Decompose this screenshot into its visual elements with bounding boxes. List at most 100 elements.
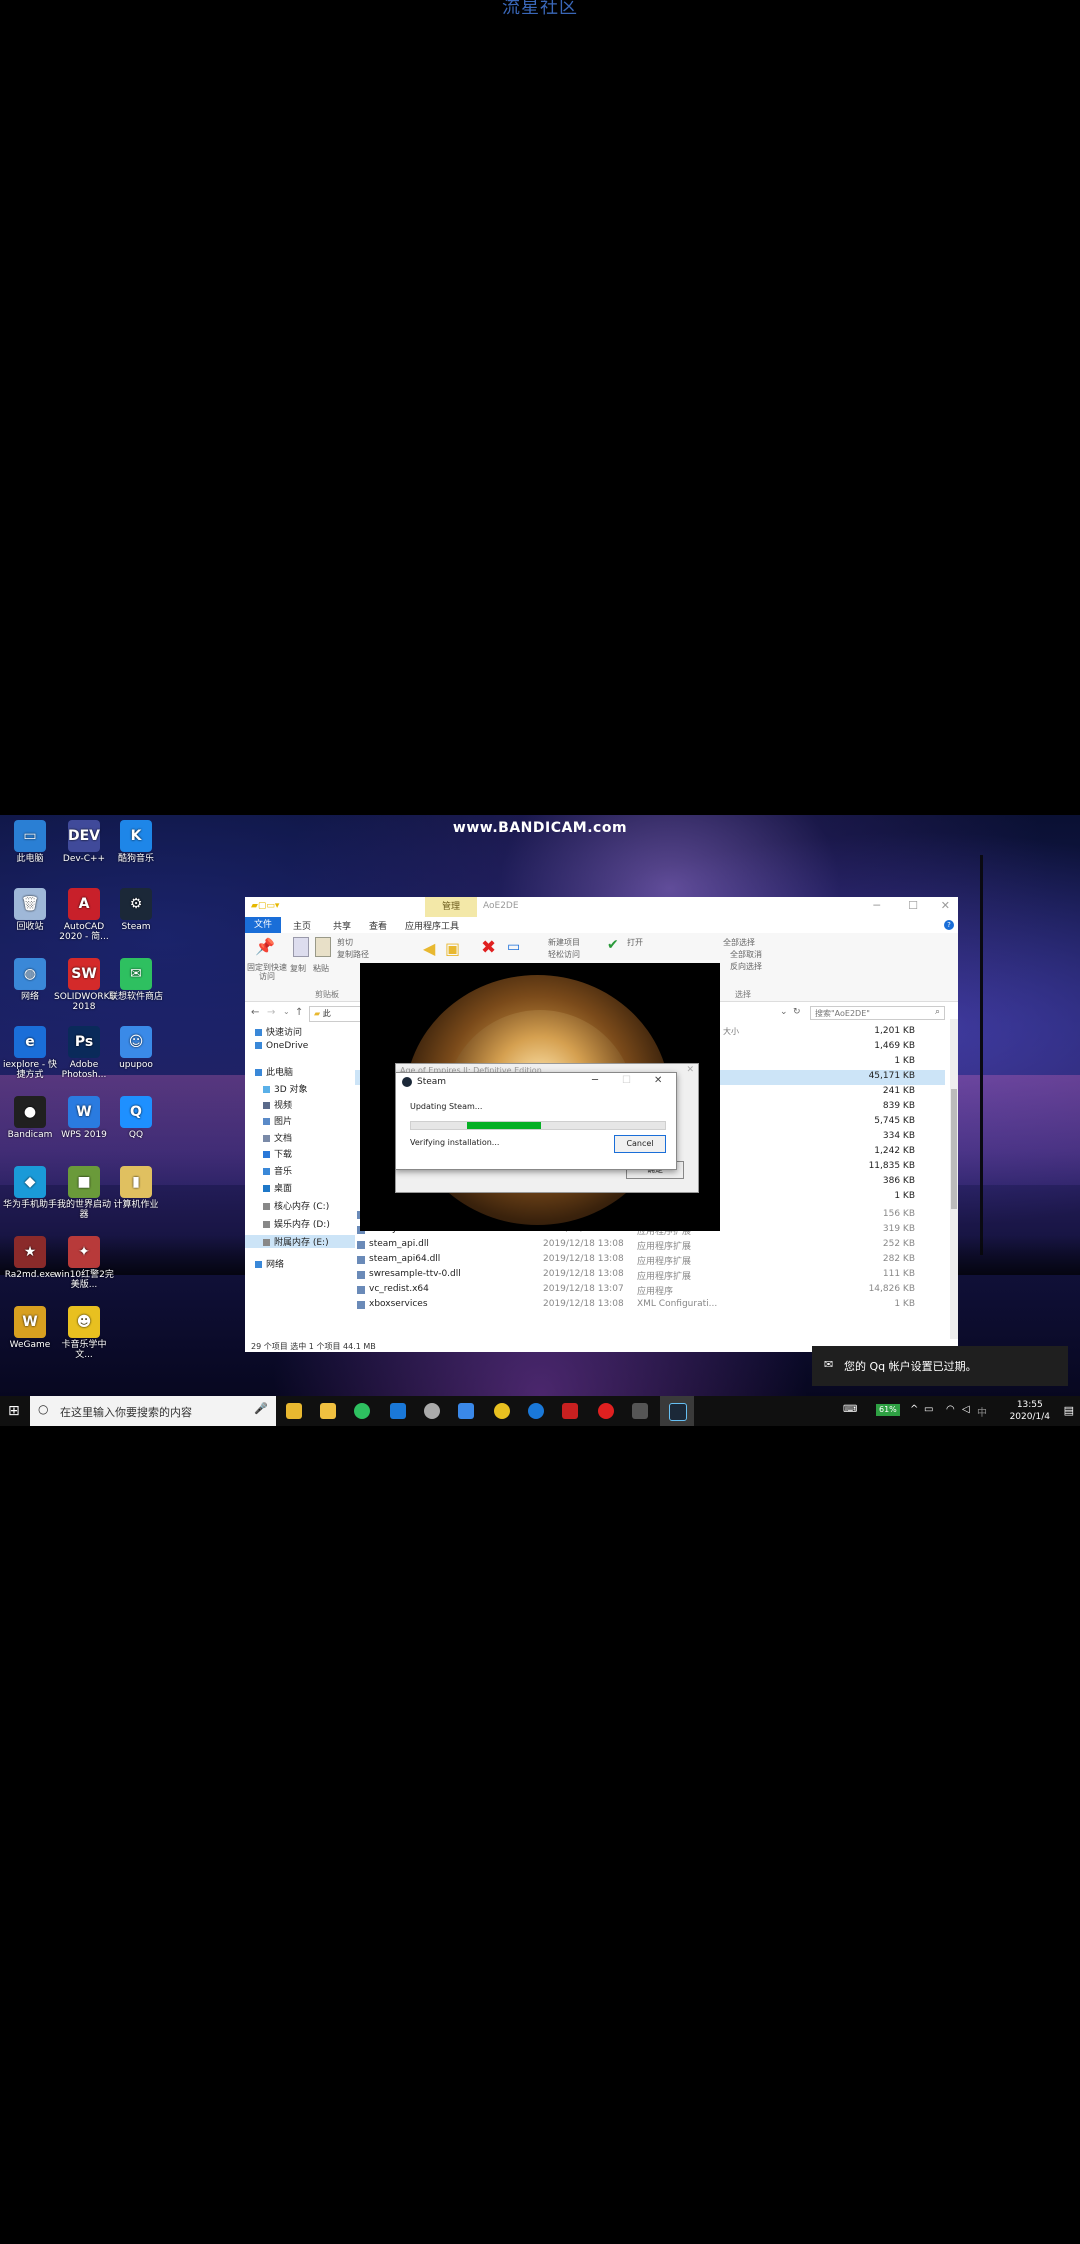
close-icon[interactable]: ✕ [941, 899, 950, 912]
copy-icon[interactable] [293, 937, 309, 957]
power-icon[interactable]: ▭ [924, 1404, 933, 1415]
tab-file[interactable]: 文件 [245, 917, 281, 933]
nav-item[interactable]: 此电脑 [255, 1065, 293, 1078]
scrollbar-thumb[interactable] [951, 1089, 957, 1209]
context-tab-manage[interactable]: 管理 [425, 897, 477, 917]
file-explorer-icon[interactable] [320, 1403, 336, 1419]
nav-item[interactable]: 网络 [255, 1257, 284, 1270]
forward-icon[interactable]: → [267, 1007, 275, 1018]
delete-icon[interactable]: ✖ [481, 937, 496, 958]
minimize-icon[interactable]: ─ [592, 1075, 598, 1086]
recent-chevron-icon[interactable]: ⌄ [283, 1007, 290, 1016]
table-row[interactable]: vc_redist.x64 2019/12/18 13:07 应用程序 14,826 … [355, 1283, 945, 1298]
rename-icon[interactable]: ▭ [507, 939, 520, 955]
properties-icon[interactable]: ✔ [607, 937, 619, 953]
nav-item[interactable]: 下载 [263, 1147, 292, 1160]
select-none-label[interactable]: 全部取消 [730, 949, 762, 960]
explorer-titlebar[interactable]: ▰▢▭▾ 管理 AoE2DE ─ ☐ ✕ [245, 897, 958, 917]
desktop-icon[interactable]: ◍ 网络 [0, 958, 60, 1002]
cancel-button[interactable]: Cancel [614, 1135, 666, 1153]
steam-update-dialog[interactable]: Steam ─ ☐ ✕ Updating Steam... Verifying … [395, 1072, 677, 1170]
desktop-icon[interactable]: SW SOLIDWORKS 2018 [54, 958, 115, 1012]
minimize-icon[interactable]: ─ [873, 899, 880, 912]
desktop-icon[interactable]: K 酷狗音乐 [106, 820, 166, 864]
nav-item[interactable]: 桌面 [263, 1181, 292, 1194]
nav-item[interactable]: 娱乐内存 (D:) [263, 1217, 330, 1230]
clock[interactable]: 13:55 2020/1/4 [1010, 1399, 1050, 1423]
table-row[interactable]: steam_api.dll 2019/12/18 13:08 应用程序扩展 252 K… [355, 1238, 945, 1253]
table-row[interactable]: swresample-ttv-0.dll 2019/12/18 13:08 应用程序… [355, 1268, 945, 1283]
ime-indicator[interactable]: 中 [977, 1404, 987, 1419]
store-icon[interactable] [286, 1403, 302, 1419]
help-icon[interactable]: ? [944, 920, 954, 930]
taskbar-search[interactable]: ○ 在这里输入你要搜索的内容 🎤 [30, 1396, 276, 1426]
edge-icon[interactable] [390, 1403, 406, 1419]
copy-path-label[interactable]: 复制路径 [337, 949, 369, 960]
app-icon[interactable] [458, 1403, 474, 1419]
settings-icon[interactable] [424, 1403, 440, 1419]
maximize-icon[interactable]: ☐ [908, 899, 918, 912]
scrollbar[interactable] [950, 1019, 958, 1339]
close-icon[interactable]: ✕ [654, 1075, 662, 1086]
nav-item[interactable]: 快速访问 [255, 1025, 302, 1038]
select-all-label[interactable]: 全部选择 [723, 937, 755, 948]
nav-item[interactable]: 图片 [263, 1114, 292, 1127]
desktop-icon[interactable]: Ps Adobe Photosh... [54, 1026, 114, 1080]
new-item-label[interactable]: 新建项目 [548, 937, 580, 948]
copy-to-icon[interactable]: ▣ [445, 939, 460, 958]
desktop-icon[interactable]: W WeGame [0, 1306, 60, 1350]
steam-taskbar-button[interactable] [660, 1396, 694, 1426]
cut-label[interactable]: 剪切 [337, 937, 353, 948]
tab-share[interactable]: 共享 [333, 919, 351, 932]
desktop-icon[interactable]: ■ 我的世界启动器 [54, 1166, 114, 1220]
aoe-close-icon[interactable]: ✕ [686, 1065, 694, 1075]
volume-icon[interactable]: ◁ [962, 1404, 970, 1415]
search-input[interactable] [810, 1006, 945, 1020]
desktop-icon[interactable]: ☺ upupoo [106, 1026, 166, 1070]
nav-item[interactable]: 音乐 [263, 1164, 292, 1177]
desktop-icon[interactable]: ◆ 华为手机助手 [0, 1166, 60, 1210]
desktop-icon[interactable]: ★ Ra2md.exe [0, 1236, 60, 1280]
microphone-icon[interactable]: 🎤 [254, 1402, 268, 1415]
desktop-icon[interactable]: A AutoCAD 2020 - 简... [54, 888, 114, 942]
desktop-icon[interactable]: ✦ win10红警2完美版... [54, 1236, 114, 1290]
move-to-icon[interactable]: ◀ [423, 939, 435, 958]
tab-view[interactable]: 查看 [369, 919, 387, 932]
refresh-icon[interactable]: ↻ [793, 1007, 801, 1017]
desktop-icon[interactable]: 🗑 回收站 [0, 888, 60, 932]
desktop-icon[interactable]: e iexplore - 快捷方式 [0, 1026, 60, 1080]
desktop-icon[interactable]: W WPS 2019 [54, 1096, 114, 1140]
desktop-icon[interactable]: ⚙ Steam [106, 888, 166, 932]
desktop-icon[interactable]: ● Bandicam [0, 1096, 60, 1140]
desktop-icon[interactable]: DEV Dev-C++ [54, 820, 114, 864]
nav-item[interactable]: 核心内存 (C:) [263, 1199, 329, 1212]
notification-toast[interactable]: ✉ 您的 Qq 帐户设置已过期。 [812, 1346, 1068, 1386]
desktop-icon[interactable]: ☻ 卡音乐学中文... [54, 1306, 114, 1360]
table-row[interactable]: steam_api64.dll 2019/12/18 13:08 应用程序扩展 282… [355, 1253, 945, 1268]
chevron-up-icon[interactable]: ^ [910, 1404, 918, 1415]
nav-item[interactable]: 视频 [263, 1098, 292, 1111]
battery-indicator[interactable]: 61% [876, 1404, 900, 1416]
desktop-icon[interactable]: ▮ 计算机作业 [106, 1166, 166, 1210]
wechat-icon[interactable] [354, 1403, 370, 1419]
easy-access-label[interactable]: 轻松访问 [548, 949, 580, 960]
tab-home[interactable]: 主页 [293, 919, 311, 932]
aoe-game-icon[interactable] [632, 1403, 648, 1419]
desktop-icon[interactable]: ▭ 此电脑 [0, 820, 60, 864]
desktop-icon[interactable]: ✉ 联想软件商店 [106, 958, 166, 1002]
paste-icon[interactable] [315, 937, 331, 957]
address-bar[interactable]: ▰ 此 [309, 1006, 365, 1022]
wifi-icon[interactable]: ◠ [946, 1404, 955, 1415]
desktop-icon[interactable]: Q QQ [106, 1096, 166, 1140]
nav-item[interactable]: 3D 对象 [263, 1082, 308, 1095]
action-center-icon[interactable]: ▤ [1064, 1404, 1074, 1417]
nav-item[interactable]: 附属内存 (E:) [245, 1235, 355, 1248]
nav-item[interactable]: OneDrive [255, 1041, 308, 1051]
address-dropdown-icon[interactable]: ⌄ [780, 1007, 788, 1017]
lenovo-icon[interactable] [528, 1403, 544, 1419]
pin-icon[interactable]: 📌 [255, 937, 275, 956]
bandicam-icon[interactable] [598, 1403, 614, 1419]
open-label[interactable]: 打开 [627, 937, 643, 948]
windows-start-icon[interactable]: ⊞ [8, 1403, 20, 1419]
table-row[interactable]: xboxservices 2019/12/18 13:08 XML Configur… [355, 1298, 945, 1313]
